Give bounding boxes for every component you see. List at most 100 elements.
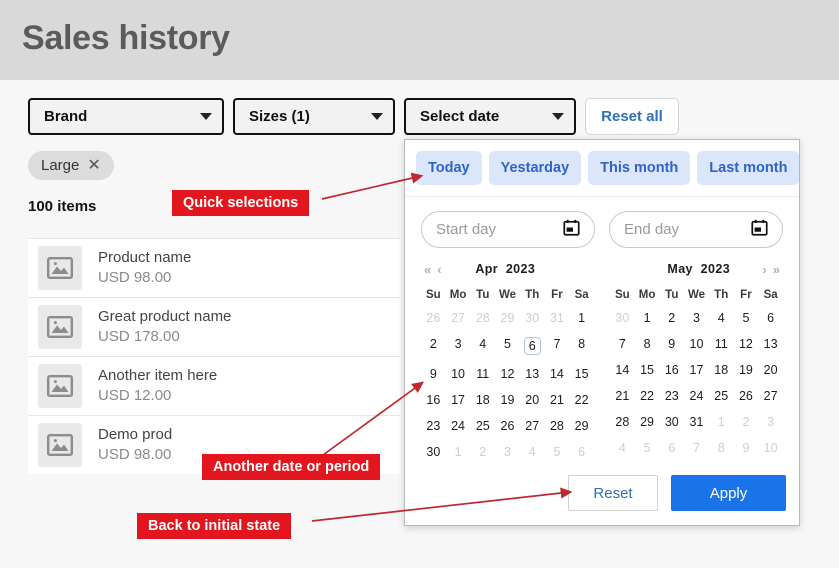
- list-item[interactable]: Another item here USD 12.00: [28, 356, 400, 415]
- calendar-day[interactable]: 24: [446, 413, 471, 439]
- calendar-day[interactable]: 17: [446, 387, 471, 413]
- calendar-day[interactable]: 21: [610, 383, 635, 409]
- calendar-day[interactable]: 8: [569, 331, 594, 361]
- calendar-day[interactable]: 3: [495, 439, 520, 465]
- calendar-day[interactable]: 18: [709, 357, 734, 383]
- calendar-day[interactable]: 5: [495, 331, 520, 361]
- quick-selection-this-month[interactable]: This month: [588, 151, 691, 185]
- calendar-day[interactable]: 10: [758, 435, 783, 461]
- list-item[interactable]: Product name USD 98.00: [28, 238, 400, 297]
- prev-month-icon[interactable]: ‹: [434, 262, 444, 277]
- calendar-day[interactable]: 10: [684, 331, 709, 357]
- end-day-input[interactable]: End day: [609, 211, 783, 248]
- calendar-day[interactable]: 2: [421, 331, 446, 361]
- calendar-day[interactable]: 28: [545, 413, 570, 439]
- calendar-day[interactable]: 6: [569, 439, 594, 465]
- calendar-day[interactable]: 1: [446, 439, 471, 465]
- calendar-day[interactable]: 20: [758, 357, 783, 383]
- calendar-day[interactable]: 28: [470, 305, 495, 331]
- calendar-day[interactable]: 8: [709, 435, 734, 461]
- calendar-day[interactable]: 30: [421, 439, 446, 465]
- reset-all-button[interactable]: Reset all: [585, 98, 679, 135]
- calendar-day[interactable]: 13: [520, 361, 545, 387]
- calendar-day[interactable]: 31: [684, 409, 709, 435]
- calendar-day[interactable]: 2: [470, 439, 495, 465]
- calendar-day[interactable]: 30: [520, 305, 545, 331]
- calendar-day[interactable]: 31: [545, 305, 570, 331]
- calendar-day[interactable]: 25: [470, 413, 495, 439]
- calendar-day[interactable]: 29: [495, 305, 520, 331]
- calendar-day[interactable]: 12: [734, 331, 759, 357]
- calendar-day[interactable]: 4: [520, 439, 545, 465]
- calendar-day[interactable]: 18: [470, 387, 495, 413]
- next-year-icon[interactable]: »: [770, 262, 783, 277]
- calendar-day[interactable]: 15: [569, 361, 594, 387]
- calendar-day[interactable]: 29: [569, 413, 594, 439]
- calendar-day[interactable]: 3: [758, 409, 783, 435]
- calendar-day[interactable]: 15: [635, 357, 660, 383]
- reset-button[interactable]: Reset: [568, 475, 658, 511]
- calendar-day[interactable]: 5: [545, 439, 570, 465]
- calendar-day[interactable]: 6: [659, 435, 684, 461]
- calendar-day[interactable]: 1: [635, 305, 660, 331]
- calendar-day[interactable]: 26: [734, 383, 759, 409]
- calendar-day[interactable]: 10: [446, 361, 471, 387]
- calendar-day[interactable]: 1: [569, 305, 594, 331]
- calendar-day[interactable]: 14: [610, 357, 635, 383]
- calendar-day[interactable]: 12: [495, 361, 520, 387]
- calendar-day[interactable]: 3: [684, 305, 709, 331]
- close-icon[interactable]: ✕: [87, 157, 100, 174]
- calendar-day[interactable]: 24: [684, 383, 709, 409]
- calendar-icon[interactable]: [563, 219, 580, 241]
- calendar-day[interactable]: 9: [421, 361, 446, 387]
- calendar-day[interactable]: 28: [610, 409, 635, 435]
- calendar-day[interactable]: 22: [635, 383, 660, 409]
- calendar-day[interactable]: 25: [709, 383, 734, 409]
- calendar-day[interactable]: 23: [421, 413, 446, 439]
- calendar-day[interactable]: 13: [758, 331, 783, 357]
- calendar-day[interactable]: 6: [758, 305, 783, 331]
- size-filter-chip[interactable]: Large ✕: [28, 151, 114, 180]
- calendar-day-today[interactable]: 6: [520, 331, 545, 361]
- apply-button[interactable]: Apply: [671, 475, 786, 511]
- sizes-dropdown[interactable]: Sizes (1): [233, 98, 395, 135]
- calendar-day[interactable]: 16: [659, 357, 684, 383]
- calendar-day[interactable]: 7: [545, 331, 570, 361]
- calendar-icon[interactable]: [751, 219, 768, 241]
- next-month-icon[interactable]: ›: [759, 262, 769, 277]
- calendar-day[interactable]: 27: [520, 413, 545, 439]
- calendar-day[interactable]: 30: [659, 409, 684, 435]
- calendar-day[interactable]: 26: [495, 413, 520, 439]
- calendar-day[interactable]: 2: [734, 409, 759, 435]
- calendar-day[interactable]: 27: [446, 305, 471, 331]
- start-day-input[interactable]: Start day: [421, 211, 595, 248]
- list-item[interactable]: Great product name USD 178.00: [28, 297, 400, 356]
- calendar-day[interactable]: 3: [446, 331, 471, 361]
- calendar-day[interactable]: 5: [635, 435, 660, 461]
- calendar-day[interactable]: 9: [734, 435, 759, 461]
- calendar-day[interactable]: 4: [610, 435, 635, 461]
- calendar-day[interactable]: 4: [709, 305, 734, 331]
- calendar-day[interactable]: 19: [495, 387, 520, 413]
- calendar-day[interactable]: 27: [758, 383, 783, 409]
- calendar-day[interactable]: 8: [635, 331, 660, 357]
- calendar-day[interactable]: 7: [610, 331, 635, 357]
- calendar-day[interactable]: 1: [709, 409, 734, 435]
- calendar-day[interactable]: 26: [421, 305, 446, 331]
- calendar-day[interactable]: 11: [470, 361, 495, 387]
- calendar-day[interactable]: 5: [734, 305, 759, 331]
- calendar-day[interactable]: 20: [520, 387, 545, 413]
- calendar-day[interactable]: 2: [659, 305, 684, 331]
- quick-selection-yestarday[interactable]: Yestarday: [488, 151, 582, 185]
- quick-selection-today[interactable]: Today: [416, 151, 482, 185]
- calendar-day[interactable]: 22: [569, 387, 594, 413]
- calendar-day[interactable]: 17: [684, 357, 709, 383]
- calendar-day[interactable]: 4: [470, 331, 495, 361]
- calendar-day[interactable]: 21: [545, 387, 570, 413]
- prev-year-icon[interactable]: «: [421, 262, 434, 277]
- calendar-day[interactable]: 11: [709, 331, 734, 357]
- calendar-day[interactable]: 9: [659, 331, 684, 357]
- select-date-dropdown[interactable]: Select date: [404, 98, 576, 135]
- calendar-day[interactable]: 14: [545, 361, 570, 387]
- calendar-day[interactable]: 19: [734, 357, 759, 383]
